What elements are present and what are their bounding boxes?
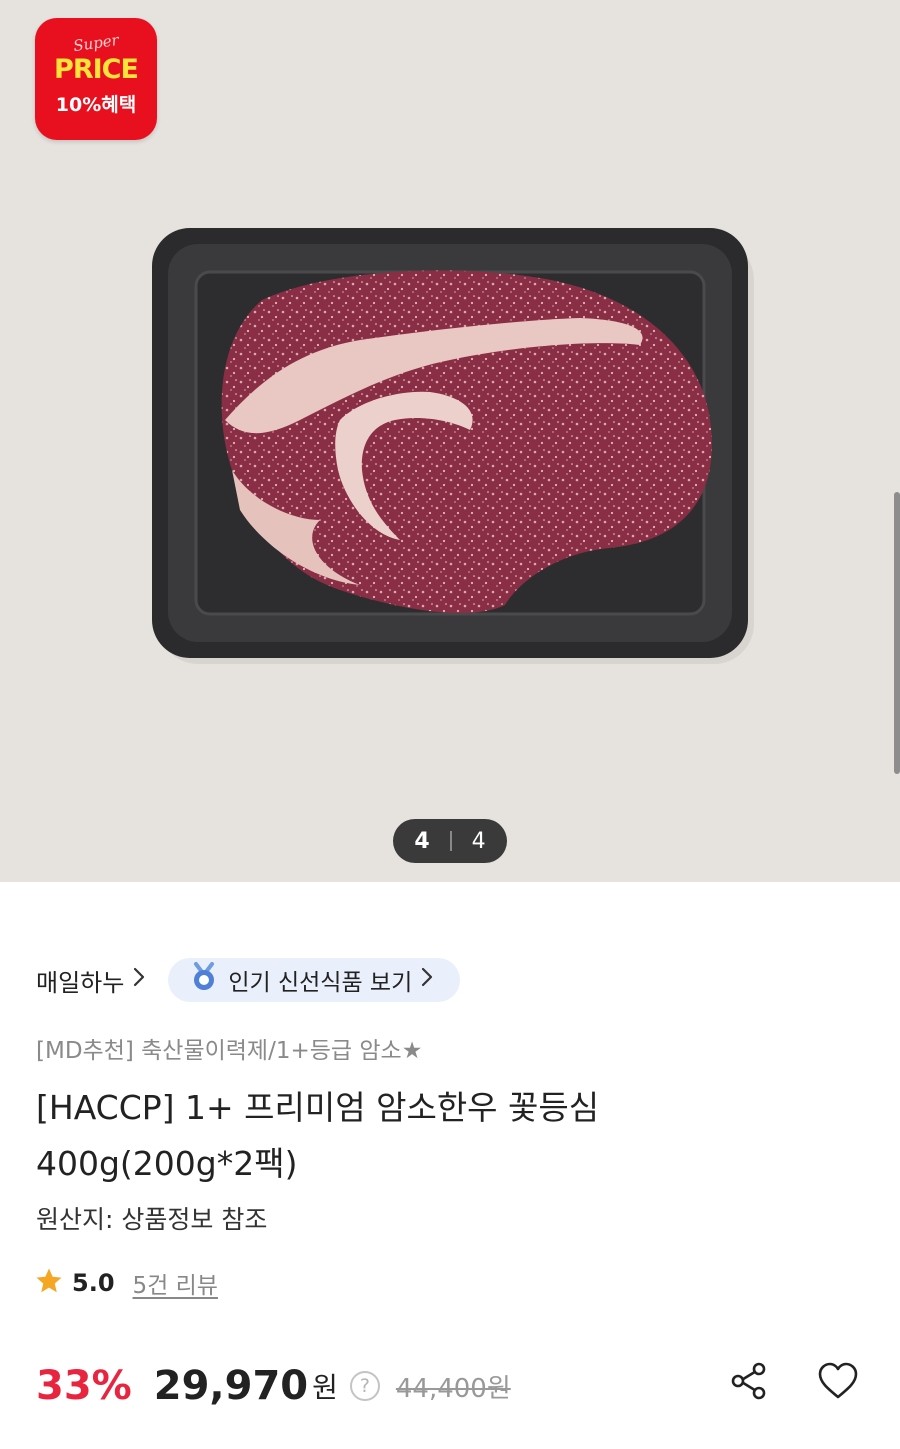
review-count-link[interactable]: 5건 리뷰 — [133, 1266, 218, 1300]
wishlist-button[interactable] — [815, 1360, 861, 1406]
product-image-carousel[interactable]: Super PRICE 10%혜택 4 4 — [0, 0, 900, 882]
price-row: 33% 29,970 원 ? 44,400원 — [36, 1356, 511, 1416]
product-subtitle: [MD추천] 축산물이력제/1+등급 암소★ — [36, 1038, 423, 1064]
rating-row: 5.0 5건 리뷰 — [34, 1266, 218, 1300]
heart-icon — [817, 1361, 859, 1405]
seller-row: 매일하누 인기 신선식품 보기 — [36, 958, 461, 1002]
discount-rate: 33% — [36, 1363, 132, 1409]
product-title-line1: [HACCP] 1+ 프리미엄 암소한우 꽃등심 — [36, 1088, 600, 1127]
price-help-icon[interactable]: ? — [349, 1371, 380, 1401]
product-title-line2: 400g(200g*2팩) — [36, 1144, 298, 1183]
chip-label: 인기 신선식품 보기 — [228, 970, 413, 996]
image-counter: 4 4 — [393, 819, 507, 863]
share-icon — [728, 1360, 770, 1406]
image-counter-divider — [449, 831, 452, 851]
popular-fresh-food-chip[interactable]: 인기 신선식품 보기 — [168, 958, 461, 1002]
badge-price-text: PRICE — [54, 54, 139, 85]
seller-link[interactable]: 매일하누 — [36, 963, 146, 998]
chevron-right-icon — [420, 966, 434, 994]
star-icon — [34, 1266, 64, 1300]
medal-icon — [190, 962, 218, 998]
sale-price: 29,970 — [153, 1363, 309, 1409]
super-price-badge: Super PRICE 10%혜택 — [35, 18, 157, 140]
image-counter-current: 4 — [414, 828, 430, 854]
share-button[interactable] — [726, 1360, 772, 1406]
badge-benefit-text: 10%혜택 — [55, 94, 137, 116]
original-price: 44,400원 — [395, 1373, 511, 1404]
sale-price-currency: 원 — [312, 1371, 338, 1404]
product-title: [HACCP] 1+ 프리미엄 암소한우 꽃등심 400g(200g*2팩) — [36, 1080, 856, 1192]
product-origin: 원산지: 상품정보 참조 — [36, 1205, 268, 1234]
scrollbar-thumb[interactable] — [894, 492, 900, 774]
image-counter-total: 4 — [471, 828, 486, 854]
seller-name: 매일하누 — [36, 968, 125, 997]
chevron-right-icon — [132, 966, 146, 994]
rating-score: 5.0 — [72, 1269, 115, 1297]
